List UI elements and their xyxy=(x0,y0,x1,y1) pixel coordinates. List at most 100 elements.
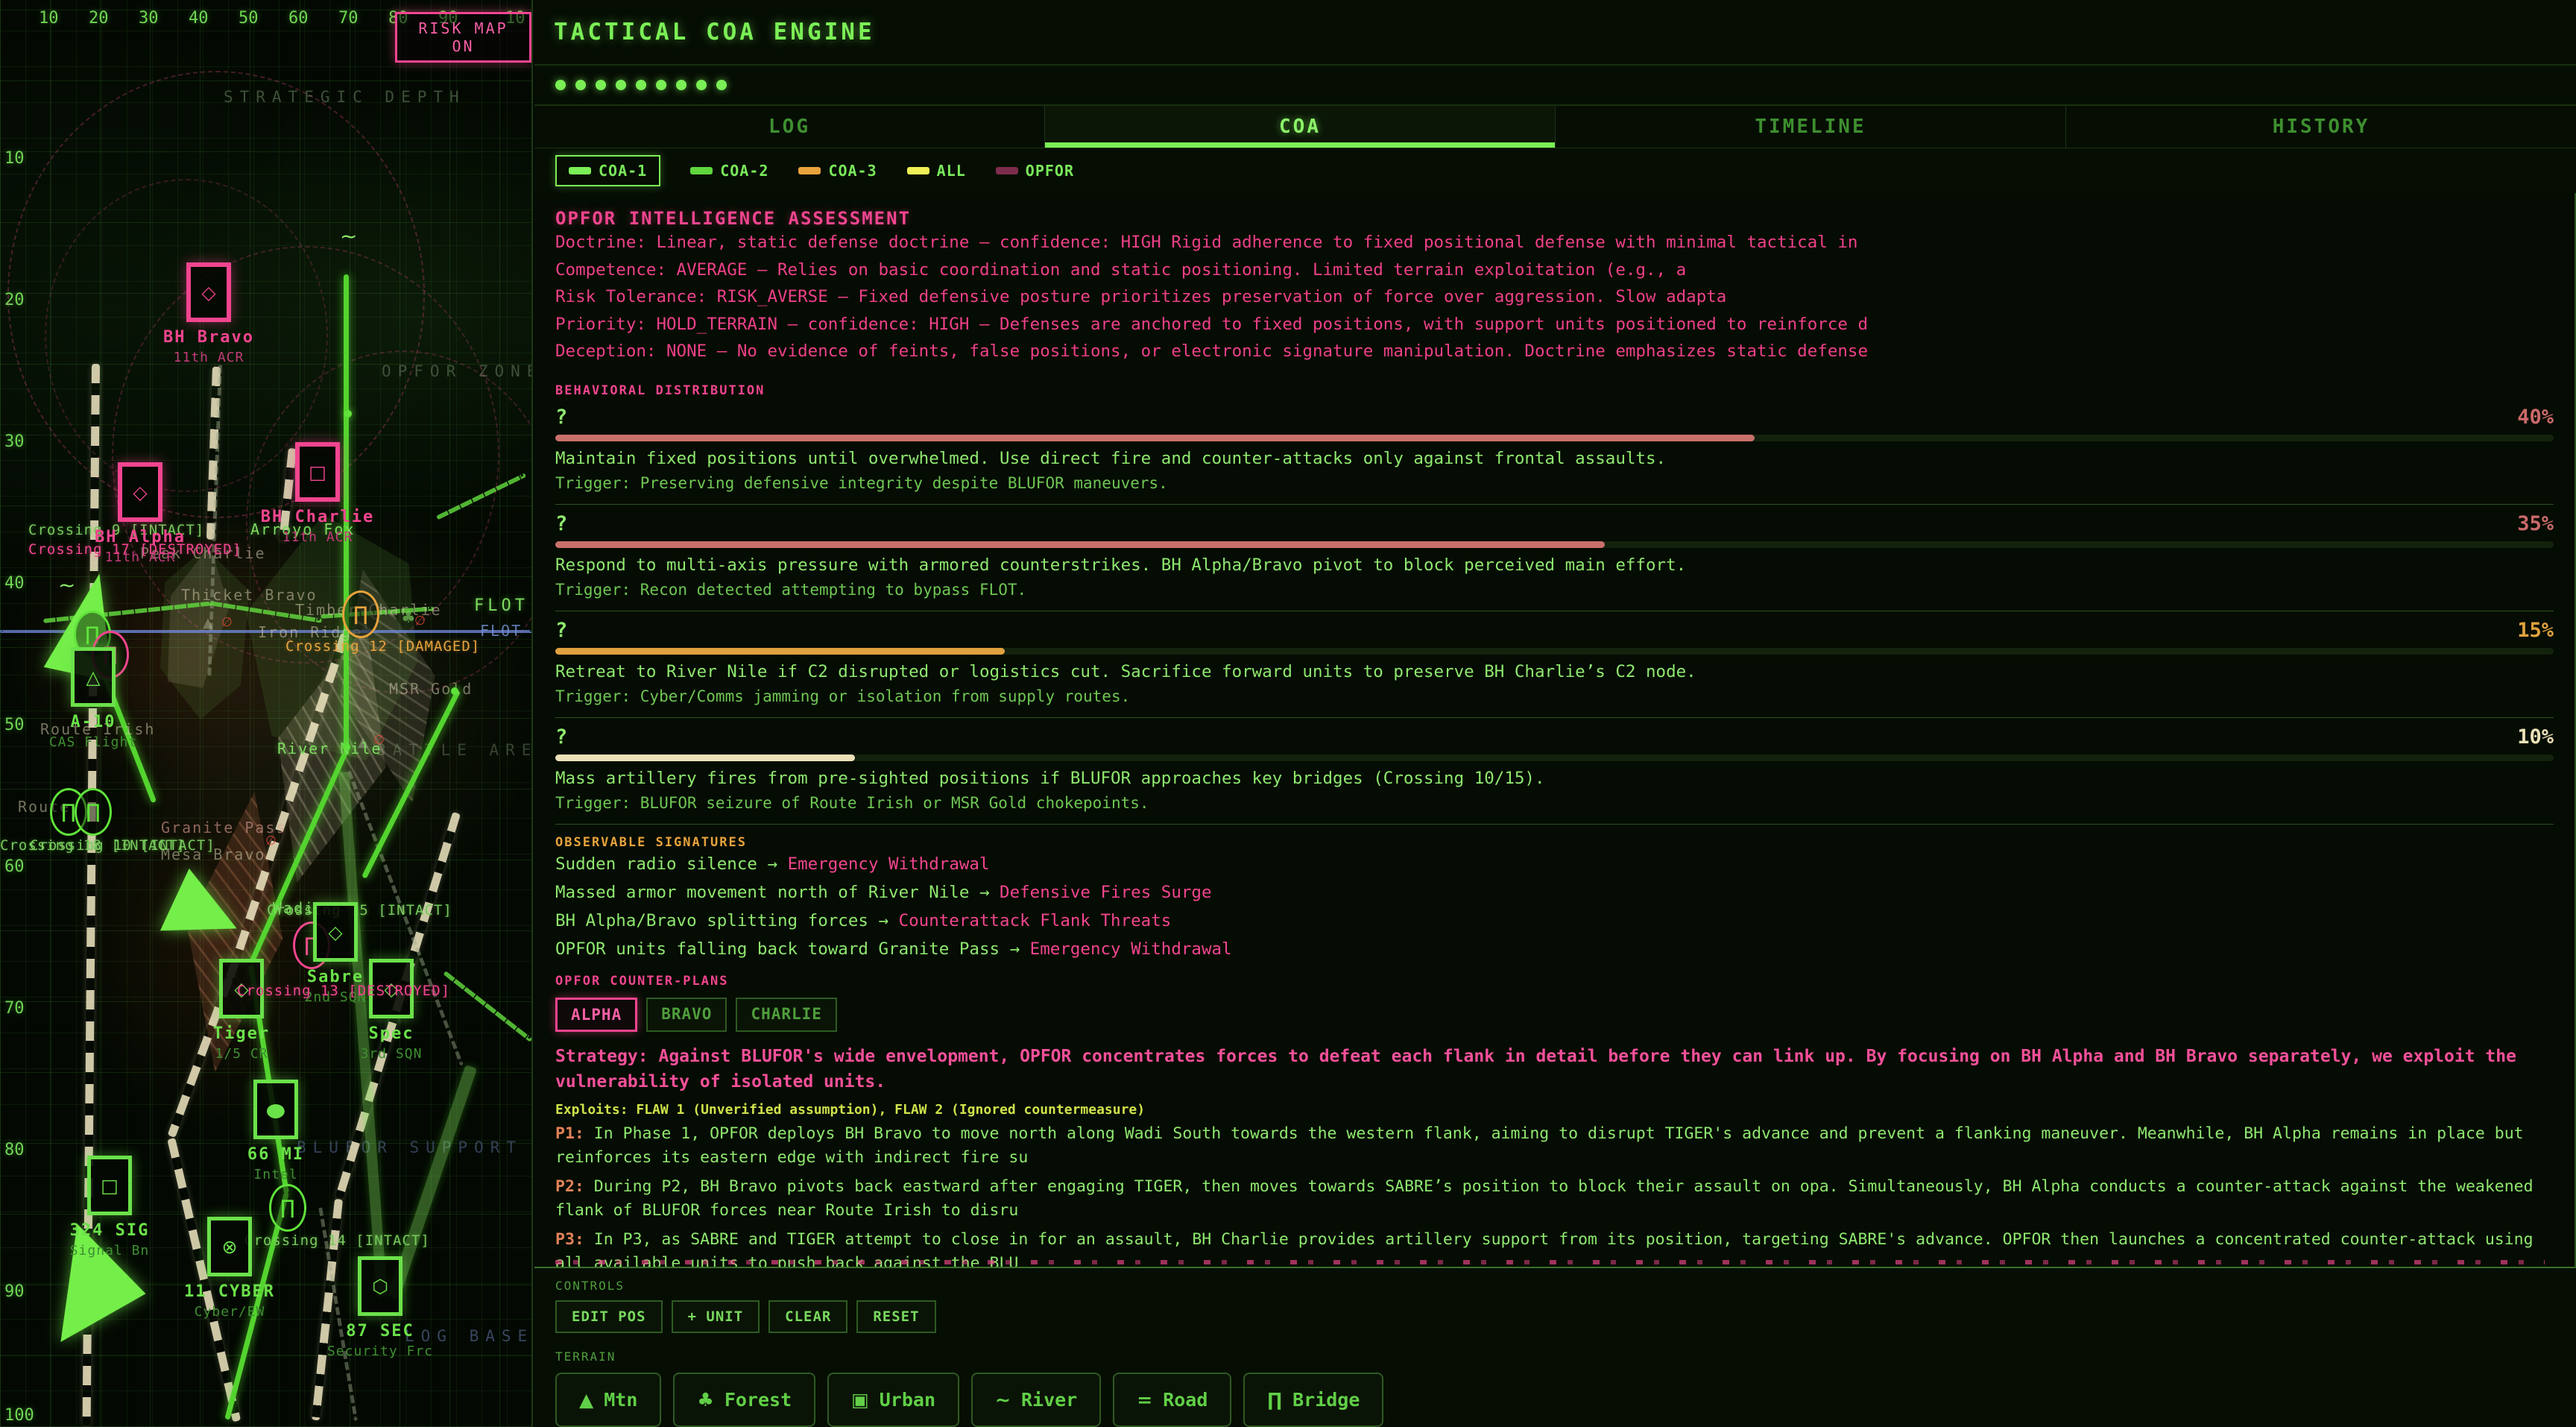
unit-name: BH Charlie xyxy=(258,508,377,526)
unit-subtitle: 11th ACR xyxy=(80,549,200,565)
map-unit-66mi[interactable]: ● 66 MI Intel xyxy=(216,1080,335,1182)
ruler-left-tick: 10 xyxy=(4,149,25,168)
map-unit-spec[interactable]: ◇ Spec 3rd SQN xyxy=(332,959,451,1062)
signature-line: Massed armor movement north of River Nil… xyxy=(555,878,2554,907)
legend-item-coa3[interactable]: COA-3 xyxy=(798,162,877,180)
status-dot xyxy=(596,80,606,90)
edit-pos-button[interactable]: EDIT POS xyxy=(555,1300,663,1333)
plan-alpha-button[interactable]: ALPHA xyxy=(555,998,637,1032)
tab-history[interactable]: HISTORY xyxy=(2065,106,2576,148)
signature-observation: OPFOR units falling back toward Granite … xyxy=(555,939,1010,959)
status-dot xyxy=(616,80,626,90)
map-unit-tiger[interactable]: ◇ Tiger 1/5 CR xyxy=(182,959,301,1062)
legend-label: ALL xyxy=(937,162,966,180)
legend-swatch xyxy=(907,167,929,174)
risk-map-toggle[interactable]: RISK MAP ON xyxy=(395,12,531,63)
unit-symbol: △ xyxy=(86,667,100,688)
counter-plans-heading: OPFOR COUNTER-PLANS xyxy=(555,974,2554,989)
behavior-percent: 10% xyxy=(2517,725,2554,749)
unit-symbol: ⬡ xyxy=(372,1276,388,1297)
obstacle-icon: ∅ xyxy=(221,615,233,630)
unit-symbol: ⊗ xyxy=(222,1236,238,1258)
unit-subtitle: 11th ACR xyxy=(149,350,268,365)
plan-charlie-button[interactable]: CHARLIE xyxy=(736,998,837,1032)
unit-subtitle: Intel xyxy=(216,1167,335,1182)
behavior-bar-fill xyxy=(555,755,855,761)
unit-subtitle: 1/5 CR xyxy=(182,1046,301,1062)
unit-frame: □ xyxy=(295,442,340,502)
map-unit-bh-charlie[interactable]: □ BH Charlie 11th ACR xyxy=(258,442,377,545)
zone-label-opfor-zone: OPFOR ZONE xyxy=(382,362,533,380)
legend-label: OPFOR xyxy=(1026,162,1074,180)
status-dot xyxy=(676,80,686,90)
coa-panel: TACTICAL COA ENGINE LOG COA TIMELINE HIS… xyxy=(534,0,2576,1427)
clear-button[interactable]: CLEAR xyxy=(768,1300,847,1333)
terrain-button-label: Bridge xyxy=(1292,1389,1360,1411)
unit-name: BH Bravo xyxy=(149,328,268,347)
legend-item-opfor[interactable]: OPFOR xyxy=(996,162,1074,180)
phase-label: P1: xyxy=(555,1124,584,1143)
legend-item-coa2[interactable]: COA-2 xyxy=(690,162,768,180)
bridge-icon: ∏ xyxy=(280,1197,295,1219)
plan-bravo-button[interactable]: BRAVO xyxy=(646,998,727,1032)
tab-timeline[interactable]: TIMELINE xyxy=(1555,106,2065,148)
signature-result: Emergency Withdrawal xyxy=(788,854,990,874)
signature-result: Defensive Fires Surge xyxy=(1000,883,1211,902)
behavior-name: ? xyxy=(555,406,567,429)
distribution-heading: BEHAVIORAL DISTRIBUTION xyxy=(555,383,2554,398)
bridge-icon: ∏ xyxy=(86,801,101,823)
terrain-forest-button[interactable]: ♣Forest xyxy=(673,1373,815,1427)
behavior-trigger: Trigger: Recon detected attempting to by… xyxy=(555,581,2554,599)
behavior-row: ?15% Retreat to River Nile if C2 disrupt… xyxy=(555,619,2554,718)
map-unit-11cyber[interactable]: ⊗ 11 CYBER Cyber/EW xyxy=(170,1217,289,1320)
terrain-button-label: Mtn xyxy=(604,1389,637,1411)
ruler-left-tick: 40 xyxy=(4,574,25,593)
controls-heading: CONTROLS xyxy=(555,1279,2576,1293)
unit-symbol: ◇ xyxy=(133,482,147,503)
map-unit-bh-bravo[interactable]: ◇ BH Bravo 11th ACR xyxy=(149,262,268,365)
map-unit-87sec[interactable]: ⬡ 87 SEC Security Frc xyxy=(321,1256,440,1359)
unit-subtitle: CAS Flight xyxy=(34,734,153,750)
add-unit-button[interactable]: + UNIT xyxy=(672,1300,760,1333)
tab-log[interactable]: LOG xyxy=(534,106,1044,148)
reset-button[interactable]: RESET xyxy=(856,1300,935,1333)
unit-name: BH Alpha xyxy=(80,528,200,546)
legend-swatch xyxy=(569,167,591,174)
forest-icon: ♣ xyxy=(697,1389,713,1411)
terrain-bridge-button[interactable]: ∏Bridge xyxy=(1243,1373,1383,1427)
phase-label: P2: xyxy=(555,1177,584,1196)
zone-label-strategic-depth: STRATEGIC DEPTH xyxy=(224,88,466,106)
intel-line: Risk Tolerance: RISK_AVERSE — Fixed defe… xyxy=(555,283,2554,311)
legend-swatch xyxy=(798,167,821,174)
terrain-river-button[interactable]: ~River xyxy=(971,1373,1101,1427)
map-unit-324sig[interactable]: □ 324 SIG Signal Bn xyxy=(50,1156,169,1259)
ruler-left-tick: 80 xyxy=(4,1141,25,1159)
unit-subtitle: 11th ACR xyxy=(258,529,377,545)
legend-item-all[interactable]: ALL xyxy=(907,162,966,180)
crossing-marker[interactable]: ∏ xyxy=(75,788,112,836)
legend-item-coa1[interactable]: COA-1 xyxy=(555,155,660,186)
behavior-percent: 35% xyxy=(2517,512,2554,535)
crossing-marker[interactable]: ∏ xyxy=(342,590,379,638)
tactical-map[interactable]: 10 20 30 40 50 60 70 80 90 10 10 20 30 4… xyxy=(0,0,533,1427)
map-unit-bh-alpha[interactable]: ◇ BH Alpha 11th ACR xyxy=(80,462,200,565)
coa-legend: COA-1 COA-2 COA-3 ALL OPFOR xyxy=(534,148,2576,193)
tab-coa[interactable]: COA xyxy=(1044,106,1555,148)
legend-label: COA-3 xyxy=(828,162,877,180)
unit-frame: ◇ xyxy=(313,902,358,962)
urban-icon: ▣ xyxy=(851,1389,869,1411)
ruler-left-tick: 60 xyxy=(4,857,25,876)
unit-name: 11 CYBER xyxy=(170,1282,289,1301)
tab-bar: LOG COA TIMELINE HISTORY xyxy=(534,106,2576,148)
unit-frame: □ xyxy=(87,1156,132,1215)
controls-section: CONTROLS EDIT POS + UNIT CLEAR RESET xyxy=(534,1268,2576,1333)
legend-swatch xyxy=(996,167,1018,174)
page-title: TACTICAL COA ENGINE xyxy=(554,19,875,45)
terrain-mtn-button[interactable]: ▲Mtn xyxy=(555,1373,661,1427)
terrain-urban-button[interactable]: ▣Urban xyxy=(827,1373,959,1427)
coa-content[interactable]: OPFOR INTELLIGENCE ASSESSMENT Doctrine: … xyxy=(534,193,2576,1268)
signature-observation: Sudden radio silence xyxy=(555,854,767,874)
behavior-bar xyxy=(555,435,2554,441)
map-unit-a10[interactable]: △ A-10 CAS Flight xyxy=(34,647,153,750)
terrain-road-button[interactable]: =Road xyxy=(1113,1373,1231,1427)
